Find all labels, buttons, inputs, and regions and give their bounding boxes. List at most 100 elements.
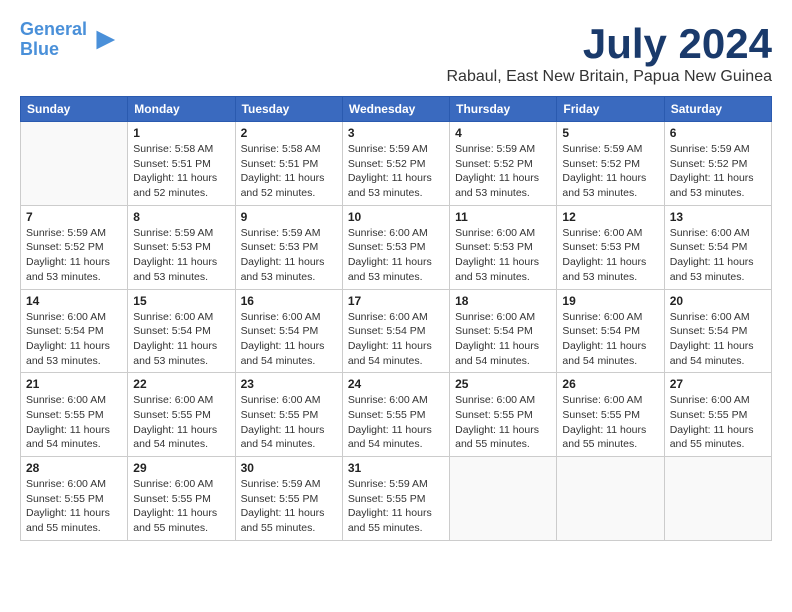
sunset-label: Sunset: 5:52 PM xyxy=(562,158,640,170)
daylight-label: Daylight: 11 hours xyxy=(241,256,325,268)
sunrise-label: Sunrise: 6:00 AM xyxy=(455,394,535,406)
daylight-minutes: and 52 minutes. xyxy=(241,187,316,199)
daylight-minutes: and 54 minutes. xyxy=(562,355,637,367)
day-cell: 2 Sunrise: 5:58 AM Sunset: 5:51 PM Dayli… xyxy=(235,122,342,206)
day-cell xyxy=(557,457,664,541)
sunset-label: Sunset: 5:55 PM xyxy=(133,493,211,505)
daylight-label: Daylight: 11 hours xyxy=(133,256,217,268)
sunrise-label: Sunrise: 6:00 AM xyxy=(348,227,428,239)
day-info: Sunrise: 5:59 AM Sunset: 5:52 PM Dayligh… xyxy=(348,142,444,201)
sunset-label: Sunset: 5:55 PM xyxy=(241,493,319,505)
daylight-minutes: and 53 minutes. xyxy=(133,355,208,367)
title-section: July 2024 Rabaul, East New Britain, Papu… xyxy=(446,20,772,86)
sunrise-label: Sunrise: 5:59 AM xyxy=(348,478,428,490)
daylight-label: Daylight: 11 hours xyxy=(455,256,539,268)
day-cell: 1 Sunrise: 5:58 AM Sunset: 5:51 PM Dayli… xyxy=(128,122,235,206)
sunrise-label: Sunrise: 6:00 AM xyxy=(670,394,750,406)
day-number: 18 xyxy=(455,294,551,308)
day-cell: 28 Sunrise: 6:00 AM Sunset: 5:55 PM Dayl… xyxy=(21,457,128,541)
daylight-label: Daylight: 11 hours xyxy=(26,256,110,268)
sunrise-label: Sunrise: 6:00 AM xyxy=(455,227,535,239)
day-cell: 5 Sunrise: 5:59 AM Sunset: 5:52 PM Dayli… xyxy=(557,122,664,206)
day-cell: 20 Sunrise: 6:00 AM Sunset: 5:54 PM Dayl… xyxy=(664,289,771,373)
day-info: Sunrise: 6:00 AM Sunset: 5:53 PM Dayligh… xyxy=(455,226,551,285)
day-number: 9 xyxy=(241,210,337,224)
daylight-label: Daylight: 11 hours xyxy=(133,424,217,436)
sunset-label: Sunset: 5:54 PM xyxy=(133,325,211,337)
week-row-5: 28 Sunrise: 6:00 AM Sunset: 5:55 PM Dayl… xyxy=(21,457,772,541)
sunrise-label: Sunrise: 5:59 AM xyxy=(348,143,428,155)
sunrise-label: Sunrise: 6:00 AM xyxy=(133,394,213,406)
sunset-label: Sunset: 5:52 PM xyxy=(455,158,533,170)
day-cell: 27 Sunrise: 6:00 AM Sunset: 5:55 PM Dayl… xyxy=(664,373,771,457)
sunrise-label: Sunrise: 5:59 AM xyxy=(26,227,106,239)
daylight-minutes: and 54 minutes. xyxy=(26,438,101,450)
daylight-minutes: and 55 minutes. xyxy=(562,438,637,450)
sunset-label: Sunset: 5:55 PM xyxy=(348,409,426,421)
day-info: Sunrise: 5:59 AM Sunset: 5:53 PM Dayligh… xyxy=(241,226,337,285)
day-cell: 14 Sunrise: 6:00 AM Sunset: 5:54 PM Dayl… xyxy=(21,289,128,373)
calendar: Sunday Monday Tuesday Wednesday Thursday… xyxy=(20,96,772,541)
day-info: Sunrise: 6:00 AM Sunset: 5:54 PM Dayligh… xyxy=(133,310,229,369)
sunset-label: Sunset: 5:55 PM xyxy=(455,409,533,421)
sunset-label: Sunset: 5:53 PM xyxy=(562,241,640,253)
day-number: 30 xyxy=(241,461,337,475)
daylight-label: Daylight: 11 hours xyxy=(562,340,646,352)
daylight-label: Daylight: 11 hours xyxy=(26,340,110,352)
day-info: Sunrise: 6:00 AM Sunset: 5:55 PM Dayligh… xyxy=(133,393,229,452)
daylight-minutes: and 53 minutes. xyxy=(670,187,745,199)
day-info: Sunrise: 6:00 AM Sunset: 5:55 PM Dayligh… xyxy=(26,477,122,536)
daylight-label: Daylight: 11 hours xyxy=(348,340,432,352)
day-number: 24 xyxy=(348,377,444,391)
sunset-label: Sunset: 5:55 PM xyxy=(26,493,104,505)
sunrise-label: Sunrise: 5:59 AM xyxy=(241,227,321,239)
day-info: Sunrise: 6:00 AM Sunset: 5:54 PM Dayligh… xyxy=(670,226,766,285)
day-cell: 3 Sunrise: 5:59 AM Sunset: 5:52 PM Dayli… xyxy=(342,122,449,206)
sunset-label: Sunset: 5:54 PM xyxy=(348,325,426,337)
daylight-label: Daylight: 11 hours xyxy=(241,424,325,436)
day-info: Sunrise: 6:00 AM Sunset: 5:54 PM Dayligh… xyxy=(562,310,658,369)
day-info: Sunrise: 6:00 AM Sunset: 5:55 PM Dayligh… xyxy=(348,393,444,452)
day-number: 5 xyxy=(562,126,658,140)
daylight-minutes: and 53 minutes. xyxy=(455,187,530,199)
daylight-label: Daylight: 11 hours xyxy=(562,172,646,184)
location-title: Rabaul, East New Britain, Papua New Guin… xyxy=(446,68,772,86)
day-info: Sunrise: 5:59 AM Sunset: 5:52 PM Dayligh… xyxy=(670,142,766,201)
daylight-label: Daylight: 11 hours xyxy=(26,424,110,436)
daylight-label: Daylight: 11 hours xyxy=(670,172,754,184)
daylight-label: Daylight: 11 hours xyxy=(133,172,217,184)
day-number: 26 xyxy=(562,377,658,391)
day-cell: 8 Sunrise: 5:59 AM Sunset: 5:53 PM Dayli… xyxy=(128,205,235,289)
daylight-label: Daylight: 11 hours xyxy=(348,424,432,436)
logo-icon xyxy=(89,26,117,54)
day-cell: 30 Sunrise: 5:59 AM Sunset: 5:55 PM Dayl… xyxy=(235,457,342,541)
day-cell xyxy=(21,122,128,206)
sunrise-label: Sunrise: 6:00 AM xyxy=(562,311,642,323)
sunset-label: Sunset: 5:55 PM xyxy=(348,493,426,505)
sunrise-label: Sunrise: 6:00 AM xyxy=(670,311,750,323)
day-cell: 23 Sunrise: 6:00 AM Sunset: 5:55 PM Dayl… xyxy=(235,373,342,457)
day-info: Sunrise: 5:59 AM Sunset: 5:52 PM Dayligh… xyxy=(455,142,551,201)
day-number: 27 xyxy=(670,377,766,391)
day-number: 17 xyxy=(348,294,444,308)
daylight-label: Daylight: 11 hours xyxy=(26,507,110,519)
daylight-minutes: and 53 minutes. xyxy=(133,271,208,283)
daylight-minutes: and 55 minutes. xyxy=(670,438,745,450)
day-number: 12 xyxy=(562,210,658,224)
day-cell: 18 Sunrise: 6:00 AM Sunset: 5:54 PM Dayl… xyxy=(450,289,557,373)
sunset-label: Sunset: 5:54 PM xyxy=(562,325,640,337)
daylight-minutes: and 53 minutes. xyxy=(562,271,637,283)
day-info: Sunrise: 6:00 AM Sunset: 5:55 PM Dayligh… xyxy=(455,393,551,452)
sunset-label: Sunset: 5:54 PM xyxy=(670,325,748,337)
sunrise-label: Sunrise: 6:00 AM xyxy=(455,311,535,323)
day-number: 8 xyxy=(133,210,229,224)
sunset-label: Sunset: 5:54 PM xyxy=(670,241,748,253)
col-friday: Friday xyxy=(557,97,664,122)
daylight-minutes: and 55 minutes. xyxy=(241,522,316,534)
day-cell: 24 Sunrise: 6:00 AM Sunset: 5:55 PM Dayl… xyxy=(342,373,449,457)
daylight-label: Daylight: 11 hours xyxy=(348,256,432,268)
daylight-minutes: and 55 minutes. xyxy=(348,522,423,534)
sunrise-label: Sunrise: 5:58 AM xyxy=(133,143,213,155)
daylight-minutes: and 53 minutes. xyxy=(26,355,101,367)
day-info: Sunrise: 6:00 AM Sunset: 5:55 PM Dayligh… xyxy=(26,393,122,452)
